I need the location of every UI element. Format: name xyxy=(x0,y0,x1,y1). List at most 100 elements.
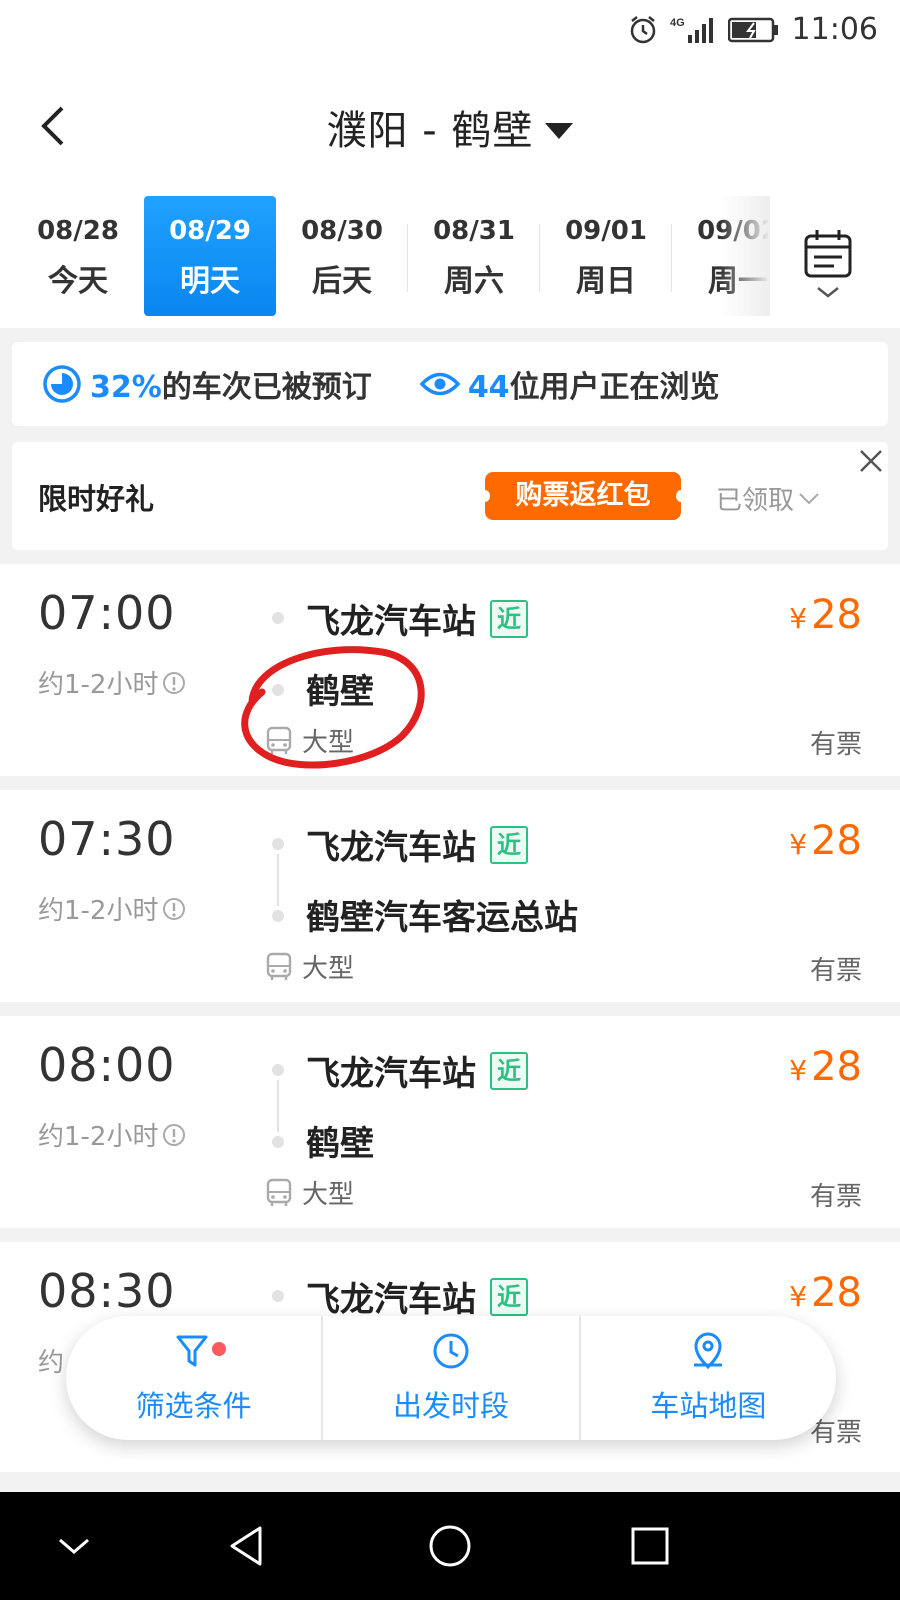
time-range-label: 出发时段 xyxy=(392,1389,509,1423)
destination-station: 鹤壁 xyxy=(306,1124,374,1164)
currency-symbol: ¥ xyxy=(789,602,808,635)
date-selector: 08/28 今天 08/29 明天 08/30 后天 08/31 周六 09/0… xyxy=(0,188,900,328)
triangle-back-icon xyxy=(230,1526,262,1566)
duration: 约1-2小时 xyxy=(38,890,186,927)
gift-status[interactable]: 已领取 xyxy=(716,480,820,517)
duration-text: 约1-2小时 xyxy=(38,896,159,926)
availability: 有票 xyxy=(809,956,862,986)
trip-item[interactable]: 08:00 约1-2小时 飞龙汽车站近 鹤壁 大型 ¥28 有票 xyxy=(0,1016,900,1228)
route-line xyxy=(277,1080,279,1132)
price: ¥28 xyxy=(789,1044,862,1090)
route-title: 濮阳 - 鹤壁 xyxy=(326,108,534,154)
origin-station: 飞龙汽车站近 xyxy=(306,820,528,869)
nav-collapse-button[interactable] xyxy=(48,1520,100,1572)
date-value: 09/01 xyxy=(565,216,647,246)
date-value: 08/29 xyxy=(169,216,251,246)
floating-toolbar: 筛选条件 出发时段 车站地图 xyxy=(66,1316,836,1440)
booked-text: 的车次已被预订 xyxy=(161,370,372,405)
time-range-button[interactable]: 出发时段 xyxy=(321,1316,578,1440)
alarm-icon xyxy=(628,15,658,45)
date-label: 今天 xyxy=(48,264,108,299)
bus-type-text: 大型 xyxy=(302,954,355,984)
origin-dot xyxy=(272,838,284,850)
near-badge: 近 xyxy=(490,1051,528,1090)
price-value: 28 xyxy=(811,592,862,638)
svg-text:4G: 4G xyxy=(670,17,685,29)
signal-icon: 4G xyxy=(670,15,716,45)
station-map-button[interactable]: 车站地图 xyxy=(578,1316,836,1440)
booked-percent: 32% xyxy=(90,370,162,405)
clock-icon xyxy=(433,1333,469,1369)
date-tab-0830[interactable]: 08/30 后天 xyxy=(276,196,408,316)
circle-home-icon xyxy=(429,1525,471,1567)
date-label: 周六 xyxy=(444,264,504,299)
info-icon[interactable] xyxy=(162,1123,186,1147)
date-tab-0829[interactable]: 08/29 明天 xyxy=(144,196,276,316)
filter-label: 筛选条件 xyxy=(135,1389,252,1423)
viewers-text: 位用户正在浏览 xyxy=(509,370,720,405)
notification-dot xyxy=(212,1342,226,1356)
eye-icon xyxy=(419,372,460,396)
date-tab-0831[interactable]: 08/31 周六 xyxy=(408,196,540,316)
date-tab-0828[interactable]: 08/28 今天 xyxy=(12,196,144,316)
currency-symbol: ¥ xyxy=(789,828,808,861)
status-time: 11:06 xyxy=(791,12,878,47)
origin-dot xyxy=(272,612,284,624)
scroll-fade xyxy=(720,196,770,316)
info-icon[interactable] xyxy=(162,671,186,695)
destination-station: 鹤壁汽车客运总站 xyxy=(306,898,578,938)
bus-type: 大型 xyxy=(266,722,354,759)
booking-stats: 32%的车次已被预订 44位用户正在浏览 xyxy=(12,342,888,426)
destination-station: 鹤壁 xyxy=(306,672,374,712)
gift-badge-button[interactable]: 购票返红包 xyxy=(480,472,686,520)
near-badge: 近 xyxy=(490,1277,528,1316)
filter-button[interactable]: 筛选条件 xyxy=(66,1316,321,1440)
date-label: 后天 xyxy=(312,264,372,299)
gift-status-text: 已领取 xyxy=(716,486,795,516)
bus-icon xyxy=(266,1178,292,1206)
caret-down-icon xyxy=(545,123,574,139)
trip-item[interactable]: 07:00 约1-2小时 飞龙汽车站近 鹤壁 大型 ¥28 有票 xyxy=(0,564,900,776)
square-recents-icon xyxy=(631,1527,669,1565)
status-bar: 4G 11:06 xyxy=(0,0,900,64)
nav-back-button[interactable] xyxy=(222,1520,274,1572)
availability: 有票 xyxy=(809,730,862,760)
origin-station: 飞龙汽车站近 xyxy=(306,1046,528,1095)
destination-dot xyxy=(272,684,284,696)
duration: 约 xyxy=(38,1342,64,1379)
route-line xyxy=(277,854,279,906)
origin-station: 飞龙汽车站近 xyxy=(306,594,528,643)
destination-dot xyxy=(272,1136,284,1148)
origin-name: 飞龙汽车站 xyxy=(306,1054,476,1094)
departure-time: 08:30 xyxy=(38,1264,176,1318)
price-value: 28 xyxy=(811,1044,862,1090)
origin-name: 飞龙汽车站 xyxy=(306,828,476,868)
date-tab-0901[interactable]: 09/01 周日 xyxy=(540,196,672,316)
booked-stat: 32%的车次已被预订 xyxy=(42,362,372,406)
date-value: 08/31 xyxy=(433,216,515,246)
date-label: 周日 xyxy=(576,264,636,299)
bus-type: 大型 xyxy=(266,1174,354,1211)
gift-title: 限时好礼 xyxy=(38,482,155,516)
duration: 约1-2小时 xyxy=(38,664,186,701)
calendar-button[interactable] xyxy=(800,226,856,304)
filter-icon xyxy=(176,1335,208,1367)
trip-item[interactable]: 07:30 约1-2小时 飞龙汽车站近 鹤壁汽车客运总站 大型 ¥28 有票 xyxy=(0,790,900,1002)
price: ¥28 xyxy=(789,592,862,638)
station-map-label: 车站地图 xyxy=(650,1389,767,1423)
info-icon[interactable] xyxy=(162,897,186,921)
close-button[interactable] xyxy=(854,444,888,478)
bus-type-text: 大型 xyxy=(302,728,355,758)
price: ¥28 xyxy=(789,1270,862,1316)
map-pin-icon xyxy=(694,1332,723,1370)
nav-home-button[interactable] xyxy=(424,1520,476,1572)
origin-name: 飞龙汽车站 xyxy=(306,1280,476,1320)
close-icon xyxy=(860,450,882,472)
system-navigation-bar xyxy=(0,1492,900,1600)
chevron-down-icon xyxy=(59,1538,89,1554)
nav-recents-button[interactable] xyxy=(624,1520,676,1572)
route-selector[interactable]: 濮阳 - 鹤壁 xyxy=(0,98,900,156)
near-badge: 近 xyxy=(490,599,528,638)
duration-text: 约1-2小时 xyxy=(38,1122,159,1152)
viewers-stat: 44位用户正在浏览 xyxy=(419,362,720,406)
